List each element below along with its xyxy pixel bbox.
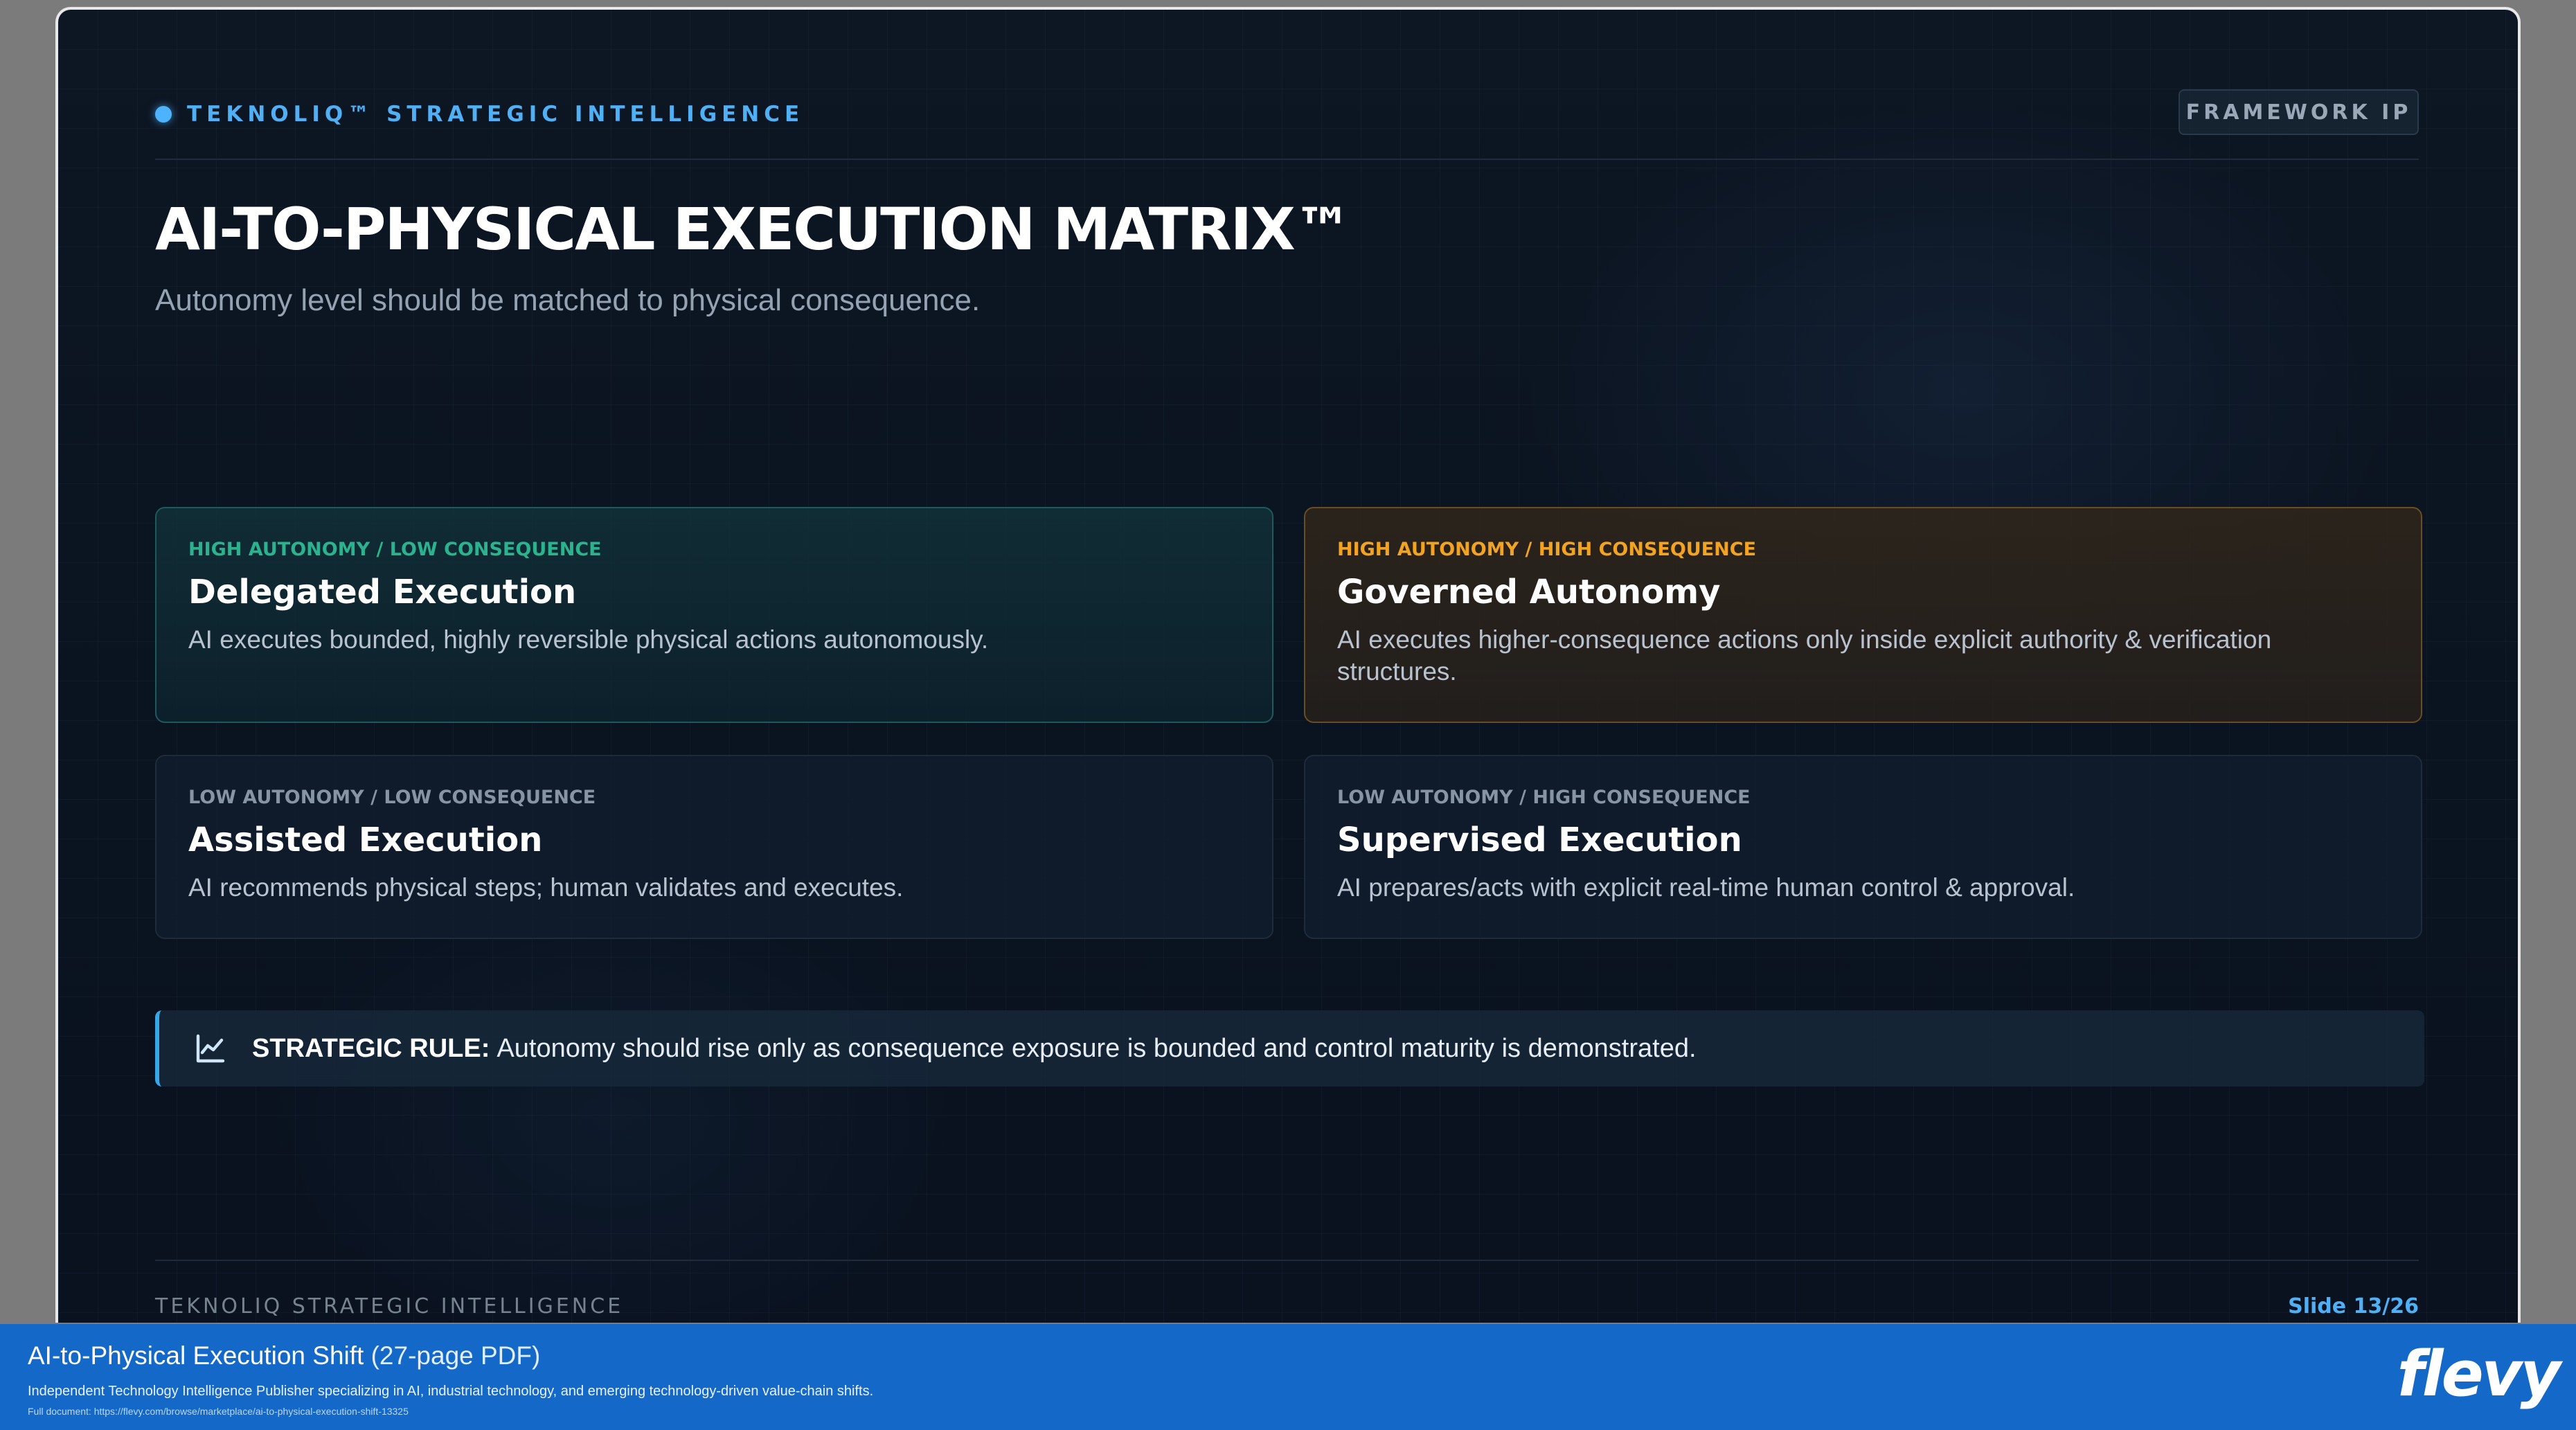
strategic-rule-text: STRATEGIC RULE: Autonomy should rise only… — [252, 1034, 1697, 1064]
document-link[interactable]: Full document: https://flevy.com/browse/… — [28, 1406, 409, 1417]
framework-badge: FRAMEWORK IP — [2179, 89, 2419, 135]
quadrant-tag: HIGH AUTONOMY / LOW CONSEQUENCE — [188, 539, 602, 560]
quadrant-tag: HIGH AUTONOMY / HIGH CONSEQUENCE — [1337, 539, 1757, 560]
publisher-description: Independent Technology Intelligence Publ… — [28, 1384, 874, 1399]
quadrant-title: Delegated Execution — [188, 573, 577, 611]
brand-dot-icon — [155, 106, 172, 123]
quadrant-description: AI executes higher-consequence actions o… — [1337, 625, 2272, 686]
quadrant-assisted-execution: LOW AUTONOMY / LOW CONSEQUENCE Assisted … — [155, 755, 1273, 939]
page-title: AI-TO-PHYSICAL EXECUTION MATRIX™ — [155, 195, 1352, 263]
document-pages: (27-page PDF) — [370, 1341, 541, 1370]
slide-number: Slide 13/26 — [2288, 1294, 2419, 1319]
quadrant-title: Governed Autonomy — [1337, 573, 1721, 611]
quadrant-description: AI executes bounded, highly reversible p… — [188, 625, 989, 654]
quadrant-description: AI recommends physical steps; human vali… — [188, 873, 904, 902]
strategic-rule-body: Autonomy should rise only as consequence… — [497, 1033, 1697, 1063]
quadrant-supervised-execution: LOW AUTONOMY / HIGH CONSEQUENCE Supervis… — [1304, 755, 2422, 939]
quadrant-tag: LOW AUTONOMY / HIGH CONSEQUENCE — [1337, 787, 1751, 808]
footer-divider — [155, 1260, 2419, 1261]
quadrant-delegated-execution: HIGH AUTONOMY / LOW CONSEQUENCE Delegate… — [155, 507, 1273, 723]
slide: TEKNOLIQ™ STRATEGIC INTELLIGENCE FRAMEWO… — [55, 7, 2521, 1323]
header-brand: TEKNOLIQ™ STRATEGIC INTELLIGENCE — [155, 102, 804, 127]
quadrant-title: Assisted Execution — [188, 821, 543, 859]
header-divider — [155, 159, 2419, 160]
document-title[interactable]: AI-to-Physical Execution Shift — [28, 1341, 364, 1370]
strategic-rule-callout: STRATEGIC RULE: Autonomy should rise only… — [155, 1010, 2424, 1087]
quadrant-tag: LOW AUTONOMY / LOW CONSEQUENCE — [188, 787, 596, 808]
quadrant-description: AI prepares/acts with explicit real-time… — [1337, 873, 2075, 902]
document-banner: AI-to-Physical Execution Shift (27-page … — [0, 1324, 2576, 1430]
page-subtitle: Autonomy level should be matched to phys… — [155, 283, 981, 317]
footer-brand: TEKNOLIQ STRATEGIC INTELLIGENCE — [155, 1294, 624, 1319]
quadrant-governed-autonomy: HIGH AUTONOMY / HIGH CONSEQUENCE Governe… — [1304, 507, 2422, 723]
strategic-rule-label: STRATEGIC RULE: — [252, 1033, 490, 1063]
screen: TEKNOLIQ™ STRATEGIC INTELLIGENCE FRAMEWO… — [0, 0, 2576, 1430]
flevy-logo[interactable]: flevy — [2397, 1338, 2561, 1411]
banner-title[interactable]: AI-to-Physical Execution Shift (27-page … — [28, 1341, 540, 1370]
quadrant-title: Supervised Execution — [1337, 821, 1742, 859]
brand-label: TEKNOLIQ™ STRATEGIC INTELLIGENCE — [187, 102, 805, 127]
trend-chart-icon — [196, 1034, 225, 1063]
